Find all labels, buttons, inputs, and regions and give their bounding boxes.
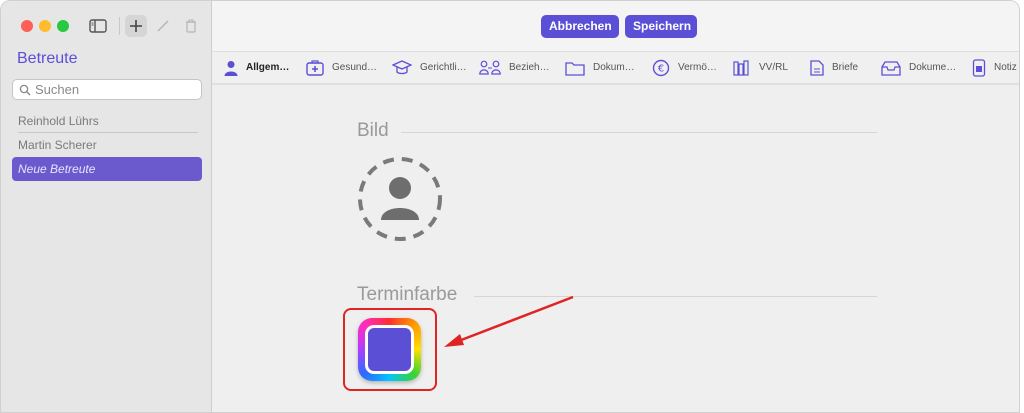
search-field[interactable] xyxy=(12,79,202,100)
tab-label: Notiz xyxy=(994,62,1017,73)
svg-text:€: € xyxy=(658,63,664,74)
tab-notiz[interactable]: Notiz xyxy=(972,52,1017,83)
section-divider xyxy=(401,132,877,133)
tab-label: VV/RL xyxy=(759,62,788,73)
tab-allgemein[interactable]: Allgem… xyxy=(224,52,289,83)
tab-label: Dokume… xyxy=(909,62,957,73)
folder-icon xyxy=(565,61,585,76)
toolbar-separator xyxy=(119,17,120,35)
list-item-martin[interactable]: Martin Scherer xyxy=(12,133,202,157)
list-item-selected[interactable]: Neue Betreute xyxy=(12,157,202,181)
books-icon xyxy=(733,59,749,76)
tab-dokumentenablage[interactable]: Dokume… xyxy=(881,52,956,83)
person-placeholder-icon xyxy=(358,157,442,241)
tray-icon xyxy=(881,60,901,76)
tab-beziehungen[interactable]: Bezieh… xyxy=(479,52,550,83)
avatar-placeholder[interactable] xyxy=(357,156,443,242)
sidebar: Betreute Reinhold Lührs Martin Scherer N… xyxy=(1,1,212,412)
tab-label: Briefe xyxy=(832,62,859,73)
tab-label: Allgem… xyxy=(246,62,290,73)
color-picker-button[interactable] xyxy=(358,318,421,381)
titlebar: Abbrechen Speichern xyxy=(212,1,1019,52)
close-window-button[interactable] xyxy=(21,20,33,32)
tab-gerichtlich[interactable]: Gerichtli… xyxy=(392,52,467,83)
search-icon xyxy=(19,83,31,101)
list-item-reinhold[interactable]: Reinhold Lührs xyxy=(12,109,202,133)
section-title-bild: Bild xyxy=(357,120,389,141)
document-icon xyxy=(810,59,824,76)
tab-dokumente[interactable]: Dokum… xyxy=(565,52,635,83)
plus-icon xyxy=(130,20,142,32)
tab-bar: Allgem… Gesund… Gerichtli… Bezieh… Dokum… xyxy=(212,52,1019,85)
graduation-cap-icon xyxy=(392,59,412,74)
tab-vermoegen[interactable]: € Vermö… xyxy=(652,52,717,83)
search-input[interactable] xyxy=(35,81,195,98)
medical-kit-icon xyxy=(306,59,324,76)
color-swatch xyxy=(365,325,414,374)
main-content: Abbrechen Speichern Allgem… Gesund… Geri… xyxy=(212,1,1019,412)
people-icon xyxy=(479,60,501,75)
euro-icon: € xyxy=(652,59,670,76)
tab-vvrl[interactable]: VV/RL xyxy=(733,52,788,83)
tab-label: Gerichtli… xyxy=(420,62,467,73)
tab-briefe[interactable]: Briefe xyxy=(810,52,858,83)
annotation-arrow-icon xyxy=(444,295,574,347)
minimize-window-button[interactable] xyxy=(39,20,51,32)
tab-label: Gesund… xyxy=(332,62,378,73)
note-icon xyxy=(972,58,986,77)
delete-button[interactable] xyxy=(181,15,201,37)
sidebar-title: Betreute xyxy=(17,50,78,67)
save-button[interactable]: Speichern xyxy=(625,15,697,38)
sidebar-toggle-icon[interactable] xyxy=(87,15,109,37)
cancel-button[interactable]: Abbrechen xyxy=(541,15,619,38)
pencil-icon xyxy=(157,20,169,32)
tab-label: Dokum… xyxy=(593,62,635,73)
tab-label: Bezieh… xyxy=(509,62,550,73)
person-icon xyxy=(224,60,238,76)
tab-label: Vermö… xyxy=(678,62,717,73)
highlight-box xyxy=(343,308,437,391)
trash-icon xyxy=(186,19,196,33)
edit-button[interactable] xyxy=(153,15,173,37)
tab-gesundheit[interactable]: Gesund… xyxy=(306,52,377,83)
add-button[interactable] xyxy=(125,15,147,37)
zoom-window-button[interactable] xyxy=(57,20,69,32)
app-window: Betreute Reinhold Lührs Martin Scherer N… xyxy=(0,0,1020,413)
